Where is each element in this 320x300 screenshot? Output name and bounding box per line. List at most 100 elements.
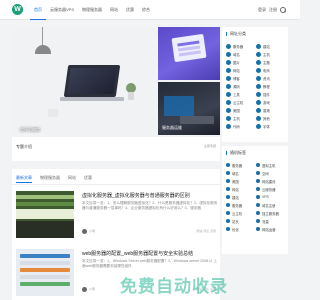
register-link[interactable]: 注册 bbox=[269, 7, 277, 13]
category-item[interactable]: 工具 bbox=[226, 91, 256, 97]
category-item[interactable]: 源码 bbox=[226, 83, 256, 89]
category-item[interactable]: 主题 bbox=[256, 59, 286, 65]
tag-item[interactable]: 云服务器 bbox=[256, 186, 286, 192]
category-item[interactable]: 域名 bbox=[226, 51, 256, 57]
article-tabs: 最新文章 物理服务器 网站 优惠 bbox=[16, 173, 92, 183]
category-item[interactable]: 其他 bbox=[256, 115, 286, 121]
category-item[interactable]: 代码 bbox=[226, 123, 256, 129]
tag-item[interactable]: 建站 bbox=[226, 194, 256, 200]
article-meta: 小明 阅读 评论 点赞 bbox=[82, 229, 216, 235]
category-icon bbox=[256, 99, 261, 105]
category-item[interactable]: 插件 bbox=[256, 91, 286, 97]
article-title[interactable]: web服务器的配置_web服务器配置与安全实验总结 bbox=[82, 250, 193, 257]
tag-item[interactable]: 网站建设 bbox=[256, 178, 286, 184]
category-label: 香港 bbox=[263, 108, 270, 113]
tab-physical[interactable]: 物理服务器 bbox=[40, 173, 60, 183]
category-item[interactable]: 云主机 bbox=[226, 99, 256, 105]
tag-item[interactable]: 网站 bbox=[226, 186, 256, 192]
tag-item[interactable]: 美国 bbox=[226, 178, 256, 184]
topic-more-link[interactable]: 全部专题 bbox=[204, 144, 216, 148]
tag-item[interactable]: 服务器 bbox=[226, 162, 256, 168]
category-label: 教程 bbox=[263, 84, 270, 89]
category-label: 游戏 bbox=[263, 100, 270, 105]
category-icon bbox=[256, 123, 261, 129]
category-grid: 服务器 建站 域名 主机 图片 主题 网站 电商 博客 资讯 源码 教程 工具 插件 云主机 游戏 美国 香港 主机… bbox=[226, 43, 286, 129]
category-label: 主机 bbox=[233, 116, 240, 121]
tag-icon bbox=[226, 219, 230, 223]
list-item[interactable]: 虚拟化服务器_虚拟化服务器与普通服务器的区别 本文目录一览：1、怎么理解服务器虚… bbox=[16, 191, 217, 243]
tag-item[interactable]: 空间 bbox=[256, 170, 286, 176]
nav-item-home[interactable]: 首页 bbox=[30, 0, 46, 20]
lamp-illustration bbox=[32, 27, 54, 57]
tag-item[interactable]: 优化 bbox=[226, 226, 256, 232]
tag-label: 云主机 bbox=[232, 211, 243, 216]
tag-icon bbox=[256, 179, 260, 183]
category-item[interactable]: 网站 bbox=[226, 67, 256, 73]
tag-icon bbox=[256, 163, 260, 167]
search-icon[interactable] bbox=[280, 7, 286, 13]
tab-deals[interactable]: 优惠 bbox=[84, 173, 92, 183]
category-item[interactable]: 电商 bbox=[256, 67, 286, 73]
tag-icon bbox=[226, 195, 230, 199]
tag-item[interactable]: 云主机 bbox=[226, 210, 256, 216]
nav-item-website[interactable]: 网站 bbox=[106, 0, 122, 20]
category-widget: 网址分类 服务器 建站 域名 主机 图片 主题 网站 电商 博客 资讯 源码 教程 工具 插件 云主机 游戏美… bbox=[222, 27, 288, 142]
category-item[interactable]: 图片 bbox=[226, 59, 256, 65]
tag-icon bbox=[226, 227, 230, 231]
tag-item[interactable]: 流量 bbox=[256, 218, 286, 224]
category-item[interactable]: 游戏 bbox=[256, 99, 286, 105]
nav-item-deals[interactable]: 优惠 bbox=[122, 0, 138, 20]
category-item[interactable]: 建站 bbox=[256, 43, 286, 49]
category-item[interactable]: 服务器 bbox=[226, 43, 256, 49]
category-item[interactable]: 字体 bbox=[256, 123, 286, 129]
category-label: 资讯 bbox=[263, 76, 270, 81]
tag-item[interactable]: 网站运营 bbox=[256, 226, 286, 232]
article-author[interactable]: 小明 bbox=[89, 229, 95, 233]
tag-item[interactable]: 域名注册 bbox=[256, 202, 286, 208]
banner-main-slide[interactable]: 程序员编程 bbox=[12, 27, 156, 135]
tag-label: 流量 bbox=[262, 219, 269, 224]
tab-latest[interactable]: 最新文章 bbox=[16, 173, 32, 183]
category-icon bbox=[226, 75, 231, 81]
category-icon bbox=[226, 115, 231, 121]
category-icon bbox=[256, 67, 261, 73]
article-thumbnail[interactable] bbox=[16, 249, 74, 296]
tag-label: 虚拟主机 bbox=[262, 163, 276, 168]
nav-item-vps[interactable]: 云服务器VPS bbox=[46, 0, 78, 20]
tag-item[interactable]: VPS bbox=[256, 194, 286, 200]
login-link[interactable]: 登录 bbox=[258, 7, 266, 13]
category-label: 服务器 bbox=[233, 44, 244, 49]
nav-item-misc[interactable]: 综合 bbox=[138, 0, 154, 20]
category-item[interactable]: 香港 bbox=[256, 107, 286, 113]
tag-widget: 随机标签 服务器 虚拟主机 域名 空间 美国 网站建设 网站 云服务器 建站 VPS 服务器 域名注册… bbox=[222, 146, 288, 254]
banner-side2-caption: 服务器运维 bbox=[162, 125, 182, 130]
tag-item[interactable]: 虚拟主机 bbox=[256, 162, 286, 168]
category-label: 域名 bbox=[233, 52, 240, 57]
banner-side-slide-2[interactable]: 服务器运维 bbox=[158, 82, 220, 135]
category-item[interactable]: 博客 bbox=[226, 75, 256, 81]
category-item[interactable]: 主机 bbox=[256, 51, 286, 57]
tag-label: 站长 bbox=[232, 219, 239, 224]
category-item[interactable]: 主机 bbox=[226, 115, 256, 121]
category-item[interactable]: 资讯 bbox=[256, 75, 286, 81]
category-label: 工具 bbox=[233, 92, 240, 97]
nav-item-physical[interactable]: 物理服务器 bbox=[78, 0, 106, 20]
keyboard-illustration bbox=[180, 116, 214, 124]
tag-label: 优化 bbox=[232, 227, 239, 232]
category-item[interactable]: 教程 bbox=[256, 83, 286, 89]
article-title[interactable]: 虚拟化服务器_虚拟化服务器与普通服务器的区别 bbox=[82, 192, 190, 199]
article-author[interactable]: 小明 bbox=[89, 287, 95, 291]
article-stats: 阅读 评论 点赞 bbox=[196, 229, 216, 233]
category-label: 主机 bbox=[263, 52, 270, 57]
tab-website[interactable]: 网站 bbox=[68, 173, 76, 183]
category-label: 图片 bbox=[233, 60, 240, 65]
tag-item[interactable]: 站长 bbox=[226, 218, 256, 224]
tag-item[interactable]: 独立服务器 bbox=[256, 210, 286, 216]
tag-item[interactable]: 服务器 bbox=[226, 202, 256, 208]
tag-item[interactable]: 域名 bbox=[226, 170, 256, 176]
banner-side-slide-1[interactable] bbox=[158, 27, 220, 80]
category-item[interactable]: 美国 bbox=[226, 107, 256, 113]
site-logo[interactable]: W bbox=[12, 4, 23, 15]
article-thumbnail[interactable] bbox=[16, 191, 74, 238]
category-icon bbox=[256, 75, 261, 81]
